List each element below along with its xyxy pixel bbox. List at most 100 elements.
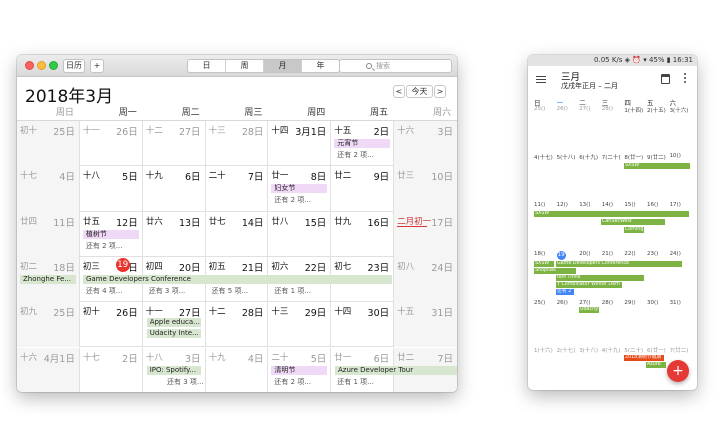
day-cell[interactable]: 廿三 10日 — [394, 166, 457, 212]
day-cell[interactable]: 初八 24日 — [394, 256, 457, 303]
day-label[interactable]: 17() — [670, 202, 693, 208]
day-cell[interactable]: 十一 26日 — [80, 121, 143, 167]
day-label[interactable]: 11() — [534, 202, 557, 208]
tab-day[interactable]: 日 — [188, 60, 225, 72]
day-cell[interactable]: 十九 4日 — [206, 347, 269, 392]
day-cell[interactable]: 十四 30日 — [331, 302, 395, 348]
next-month-button[interactable]: > — [434, 85, 446, 98]
day-label[interactable]: 23() — [647, 251, 670, 260]
day-cell[interactable]: 廿八 15日 — [268, 211, 332, 257]
day-label[interactable]: 5(二十) — [624, 346, 647, 354]
more-events-link[interactable]: 还有 2 项... — [274, 195, 311, 205]
day-label[interactable]: 24() — [670, 251, 693, 260]
day-label[interactable]: 28() — [602, 300, 625, 306]
event-bar[interactable]: IPO: Spotify... — [146, 365, 201, 375]
day-cell[interactable]: 二月初一 17日 — [394, 211, 457, 257]
day-cell[interactable]: 廿七 14日 — [206, 211, 269, 257]
day-cell[interactable]: 十五 31日 — [394, 302, 457, 348]
day-label[interactable]: 9(廿二) — [647, 153, 670, 161]
more-events-link[interactable]: 还有 4 项... — [86, 286, 123, 296]
more-events-link[interactable]: 还有 2 — [556, 289, 574, 295]
day-label[interactable]: 22() — [624, 251, 647, 260]
day-label[interactable]: 29() — [624, 300, 647, 306]
day-label[interactable]: 10() — [670, 153, 693, 161]
day-label[interactable]: 13() — [579, 202, 602, 208]
today-button[interactable]: 今天 — [406, 85, 433, 98]
day-cell[interactable]: 廿六 13日 — [143, 211, 206, 257]
day-label[interactable]: 7(廿二) — [670, 346, 693, 354]
day-cell[interactable]: 二十 7日 — [206, 166, 269, 212]
event-bar[interactable]: CanSecWest — [601, 219, 665, 225]
day-label[interactable]: 15() — [624, 202, 647, 208]
day-cell[interactable]: 十二 27日 — [143, 121, 206, 167]
day-label[interactable]: 5(十八) — [557, 153, 580, 161]
day-cell[interactable]: 十九 6日 — [143, 166, 206, 212]
day-label[interactable]: 4(十九) — [602, 346, 625, 354]
more-events-link[interactable]: 还有 5 项... — [212, 286, 249, 296]
search-input[interactable]: 搜索 — [339, 59, 452, 73]
event-bar[interactable]: Udacity — [579, 307, 599, 313]
event-bar[interactable]: Zhonghe Fe... — [20, 274, 76, 284]
day-label[interactable]: 18() — [534, 251, 557, 260]
day-cell[interactable]: 廿五 12日 植树节 还有 2 项... — [80, 211, 143, 257]
day-label[interactable]: 20() — [579, 251, 602, 260]
day-label[interactable]: 26() — [557, 300, 580, 306]
day-label[interactable]: 30() — [647, 300, 670, 306]
day-label[interactable]: 3(十八) — [579, 346, 602, 354]
event-bar[interactable]: SXSW — [534, 211, 689, 217]
day-label[interactable]: 25() — [534, 300, 557, 306]
day-label[interactable]: 25() — [534, 106, 557, 114]
day-label[interactable]: 27() — [579, 300, 602, 306]
day-label[interactable]: 6(十九) — [579, 153, 602, 161]
day-label[interactable]: 6(廿一) — [647, 346, 670, 354]
day-cell[interactable]: 廿二 9日 — [331, 166, 395, 212]
event-bar[interactable]: Azure — [646, 362, 666, 368]
day-label[interactable]: 14() — [602, 202, 625, 208]
event-bar[interactable]: Shoptalk — [534, 268, 576, 274]
day-label[interactable]: 21() — [602, 251, 625, 260]
day-cell[interactable]: 初二 18日 Zhonghe Fe... — [17, 256, 80, 303]
overflow-menu-icon[interactable] — [684, 73, 687, 84]
more-events-link[interactable]: 还有 3 项... — [149, 286, 186, 296]
more-events-link[interactable]: 还有 2 项... — [274, 377, 311, 387]
day-cell[interactable]: 廿九 16日 — [331, 211, 395, 257]
tab-week[interactable]: 周 — [225, 60, 263, 72]
menu-icon[interactable] — [536, 76, 546, 83]
day-label[interactable]: 12() — [557, 202, 580, 208]
day-label[interactable]: 7(二十) — [602, 153, 625, 161]
event-bar[interactable]: SXSW — [534, 261, 554, 267]
tab-year[interactable]: 年 — [301, 60, 339, 72]
event-bar[interactable]: Coming — [624, 227, 644, 233]
day-cell[interactable]: 二十 5日 清明节 还有 2 项... — [268, 347, 332, 392]
day-cell[interactable]: 初十 26日 — [80, 302, 143, 348]
day-cell[interactable]: 十二 28日 — [206, 302, 269, 348]
day-label[interactable]: 28() — [602, 106, 625, 114]
day-label[interactable]: 1(十六) — [534, 346, 557, 354]
day-cell[interactable]: 初九 25日 — [17, 302, 80, 348]
event-bar[interactable]: IBM Think — [556, 275, 644, 281]
event-bar[interactable]: Y Combinator Winter Dem — [556, 282, 622, 288]
event-bar[interactable]: Apple educa... — [146, 318, 201, 328]
more-events-link[interactable]: 还有 1 项... — [337, 377, 374, 387]
event-bar-gdc[interactable]: Game Developers Conference — [83, 274, 392, 284]
day-cell[interactable]: 十七 4日 — [17, 166, 80, 212]
more-events-link[interactable]: 还有 2 项... — [86, 241, 123, 251]
event-bar-azure[interactable]: Azure Developer Tour — [335, 365, 457, 375]
day-label[interactable]: 2(十七) — [557, 346, 580, 354]
add-event-fab[interactable]: + — [667, 360, 689, 382]
day-label[interactable]: 2(十五) — [647, 106, 670, 114]
event-bar[interactable]: SXSW — [624, 163, 690, 169]
minimize-window-button[interactable] — [37, 61, 46, 70]
calendars-button[interactable]: 日历 — [63, 59, 85, 73]
day-cell[interactable]: 十一 27日 Apple educa... Udacity Inte... — [143, 302, 206, 348]
day-cell[interactable]: 廿四 11日 — [17, 211, 80, 257]
event-bar[interactable]: Game Developers Conference — [556, 261, 682, 267]
day-label[interactable]: 16() — [647, 202, 670, 208]
calendar-today-icon[interactable] — [661, 74, 670, 84]
day-cell[interactable]: 十四 3月1日 — [268, 121, 332, 167]
day-cell[interactable]: 廿一 8日 妇女节 还有 2 项... — [268, 166, 332, 212]
add-event-button[interactable]: + — [90, 59, 104, 73]
day-label[interactable]: 27() — [579, 106, 602, 114]
event-bar[interactable]: Udacity Inte... — [146, 329, 201, 339]
event-holiday[interactable]: 清明节 — [271, 365, 328, 375]
